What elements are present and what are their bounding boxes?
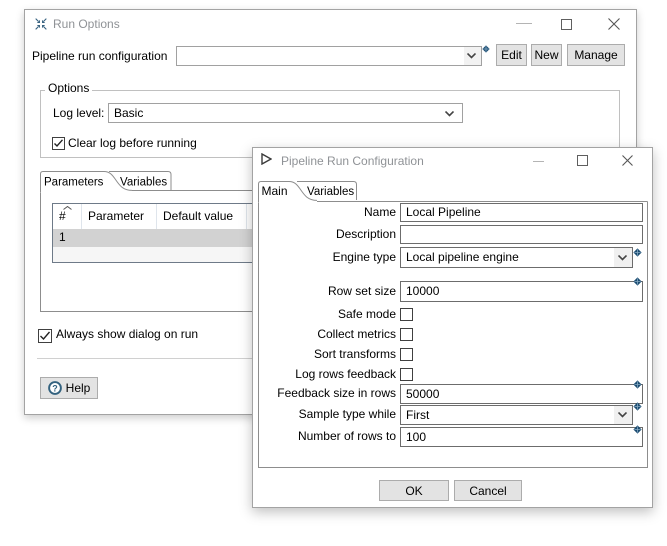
svg-text:Variables: Variables: [307, 186, 354, 198]
svg-text:Main: Main: [262, 184, 288, 198]
svg-text:Variables: Variables: [120, 177, 167, 189]
svg-text:Parameters: Parameters: [44, 177, 104, 189]
svg-text:?: ?: [52, 383, 58, 393]
